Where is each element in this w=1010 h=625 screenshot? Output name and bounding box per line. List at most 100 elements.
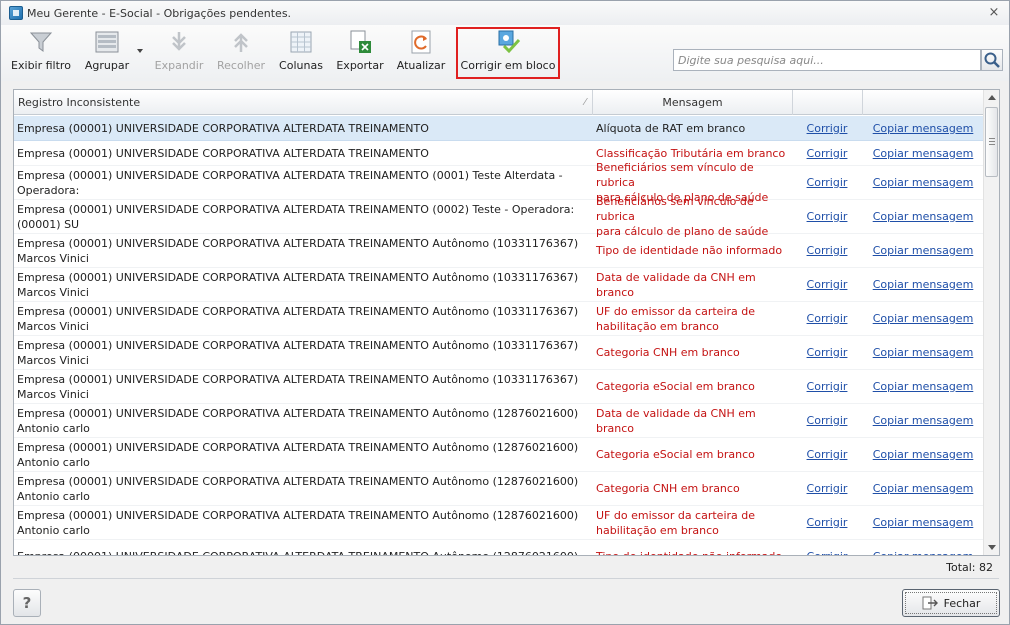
fix-cell: Corrigir xyxy=(792,481,862,496)
group-label: Agrupar xyxy=(84,59,130,72)
copy-message-link[interactable]: Copiar mensagem xyxy=(873,516,974,529)
copy-message-link[interactable]: Copiar mensagem xyxy=(873,147,974,160)
registro-line-2: Marcos Vinici xyxy=(17,319,89,333)
export-excel-icon xyxy=(347,29,373,55)
app-icon xyxy=(9,6,23,20)
registro-line-2: Antonio carlo xyxy=(17,523,90,537)
close-button-label: Fechar xyxy=(943,596,981,610)
registro-line-1: Empresa (00001) UNIVERSIDADE CORPORATIVA… xyxy=(17,372,579,386)
column-header-copiar[interactable] xyxy=(863,90,984,115)
table-row[interactable]: Empresa (00001) UNIVERSIDADE CORPORATIVA… xyxy=(14,540,984,555)
fix-link[interactable]: Corrigir xyxy=(807,414,848,427)
mensagem-cell: Categoria eSocial em branco xyxy=(592,447,792,462)
registro-line-1: Empresa (00001) UNIVERSIDADE CORPORATIVA… xyxy=(17,202,575,216)
columns-button[interactable]: Colunas xyxy=(277,29,325,75)
fix-cell: Corrigir xyxy=(792,311,862,326)
mensagem-line-2: para cálculo de plano de saúde xyxy=(596,225,769,238)
copy-cell: Copiar mensagem xyxy=(862,175,984,190)
table-row[interactable]: Empresa (00001) UNIVERSIDADE CORPORATIVA… xyxy=(14,438,984,472)
fix-link[interactable]: Corrigir xyxy=(807,482,848,495)
column-header-corrigir[interactable] xyxy=(793,90,863,115)
fix-link[interactable]: Corrigir xyxy=(807,210,848,223)
mensagem-line-2: habilitação em branco xyxy=(596,319,719,333)
column-header-mensagem[interactable]: Mensagem xyxy=(593,90,793,115)
exit-door-icon xyxy=(922,596,938,610)
search-input[interactable] xyxy=(673,49,981,71)
copy-cell: Copiar mensagem xyxy=(862,447,984,462)
refresh-button[interactable]: Atualizar xyxy=(395,29,447,75)
table-row[interactable]: Empresa (00001) UNIVERSIDADE CORPORATIVA… xyxy=(14,116,984,141)
registro-line-1: Empresa (00001) UNIVERSIDADE CORPORATIVA… xyxy=(17,406,579,420)
fix-link[interactable]: Corrigir xyxy=(807,147,848,160)
mensagem-line-1: Categoria eSocial em branco xyxy=(596,380,755,393)
fix-link[interactable]: Corrigir xyxy=(807,122,848,135)
search-button[interactable] xyxy=(981,49,1003,71)
fix-link[interactable]: Corrigir xyxy=(807,244,848,257)
mensagem-cell: Classificação Tributária em branco xyxy=(592,146,792,161)
close-icon[interactable]: × xyxy=(987,6,1001,20)
copy-message-link[interactable]: Copiar mensagem xyxy=(873,122,974,135)
scroll-thumb[interactable] xyxy=(985,107,998,177)
copy-message-link[interactable]: Copiar mensagem xyxy=(873,210,974,223)
group-dropdown-arrow-icon[interactable] xyxy=(137,49,143,53)
column-header-registro[interactable]: Registro Inconsistente ⁄ xyxy=(14,90,593,115)
refresh-icon xyxy=(408,29,434,55)
table-row[interactable]: Empresa (00001) UNIVERSIDADE CORPORATIVA… xyxy=(14,472,984,506)
copy-message-link[interactable]: Copiar mensagem xyxy=(873,448,974,461)
copy-message-link[interactable]: Copiar mensagem xyxy=(873,414,974,427)
table-row[interactable]: Empresa (00001) UNIVERSIDADE CORPORATIVA… xyxy=(14,195,984,238)
copy-message-link[interactable]: Copiar mensagem xyxy=(873,176,974,189)
fix-link[interactable]: Corrigir xyxy=(807,550,848,555)
column-header-mensagem-label: Mensagem xyxy=(662,96,723,109)
table-row[interactable]: Empresa (00001) UNIVERSIDADE CORPORATIVA… xyxy=(14,404,984,438)
fix-link[interactable]: Corrigir xyxy=(807,176,848,189)
mensagem-line-2: habilitação em branco xyxy=(596,523,719,537)
copy-cell: Copiar mensagem xyxy=(862,311,984,326)
scroll-down-icon[interactable] xyxy=(984,540,999,555)
copy-message-link[interactable]: Copiar mensagem xyxy=(873,380,974,393)
table-row[interactable]: Empresa (00001) UNIVERSIDADE CORPORATIVA… xyxy=(14,370,984,404)
copy-message-link[interactable]: Copiar mensagem xyxy=(873,278,974,291)
copy-message-link[interactable]: Copiar mensagem xyxy=(873,346,974,359)
mensagem-line-1: Alíquota de RAT em branco xyxy=(596,121,746,135)
expand-button[interactable]: Expandir xyxy=(153,29,205,75)
mensagem-cell: Tipo de identidade não informado xyxy=(592,243,792,258)
copy-cell: Copiar mensagem xyxy=(862,549,984,555)
fix-link[interactable]: Corrigir xyxy=(807,380,848,393)
copy-message-link[interactable]: Copiar mensagem xyxy=(873,550,974,555)
table-row[interactable]: Empresa (00001) UNIVERSIDADE CORPORATIVA… xyxy=(14,268,984,302)
copy-message-link[interactable]: Copiar mensagem xyxy=(873,312,974,325)
collapse-button[interactable]: Recolher xyxy=(215,29,267,75)
table-row[interactable]: Empresa (00001) UNIVERSIDADE CORPORATIVA… xyxy=(14,506,984,540)
fix-link[interactable]: Corrigir xyxy=(807,516,848,529)
mensagem-cell: Categoria eSocial em branco xyxy=(592,379,792,394)
registro-line-2: Antonio carlo xyxy=(17,489,90,503)
fix-link[interactable]: Corrigir xyxy=(807,346,848,359)
table-row[interactable]: Empresa (00001) UNIVERSIDADE CORPORATIVA… xyxy=(14,141,984,166)
mensagem-cell: Tipo de identidade não informado xyxy=(592,549,792,555)
registro-cell: Empresa (00001) UNIVERSIDADE CORPORATIVA… xyxy=(14,146,592,161)
scroll-up-icon[interactable] xyxy=(984,90,999,105)
registro-line-1: Empresa (00001) UNIVERSIDADE CORPORATIVA… xyxy=(17,168,563,182)
table-row[interactable]: Empresa (00001) UNIVERSIDADE CORPORATIVA… xyxy=(14,161,984,204)
help-button[interactable]: ? xyxy=(13,589,41,617)
close-button[interactable]: Fechar xyxy=(902,589,1000,617)
vertical-scrollbar[interactable] xyxy=(983,90,999,555)
group-button[interactable]: Agrupar xyxy=(83,29,131,75)
table-row[interactable]: Empresa (00001) UNIVERSIDADE CORPORATIVA… xyxy=(14,302,984,336)
fix-cell: Corrigir xyxy=(792,447,862,462)
registro-line-2: Marcos Vinici xyxy=(17,387,89,401)
fix-link[interactable]: Corrigir xyxy=(807,278,848,291)
column-header-registro-label: Registro Inconsistente xyxy=(18,96,141,109)
fix-link[interactable]: Corrigir xyxy=(807,448,848,461)
bulk-fix-button[interactable]: Corrigir em bloco xyxy=(459,29,557,75)
mensagem-line-1: Tipo de identidade não informado xyxy=(596,549,792,555)
table-row[interactable]: Empresa (00001) UNIVERSIDADE CORPORATIVA… xyxy=(14,336,984,370)
export-button[interactable]: Exportar xyxy=(335,29,385,75)
show-filter-button[interactable]: Exibir filtro xyxy=(11,29,71,75)
copy-message-link[interactable]: Copiar mensagem xyxy=(873,482,974,495)
registro-cell: Empresa (00001) UNIVERSIDADE CORPORATIVA… xyxy=(14,202,592,232)
copy-message-link[interactable]: Copiar mensagem xyxy=(873,244,974,257)
fix-link[interactable]: Corrigir xyxy=(807,312,848,325)
table-row[interactable]: Empresa (00001) UNIVERSIDADE CORPORATIVA… xyxy=(14,234,984,268)
